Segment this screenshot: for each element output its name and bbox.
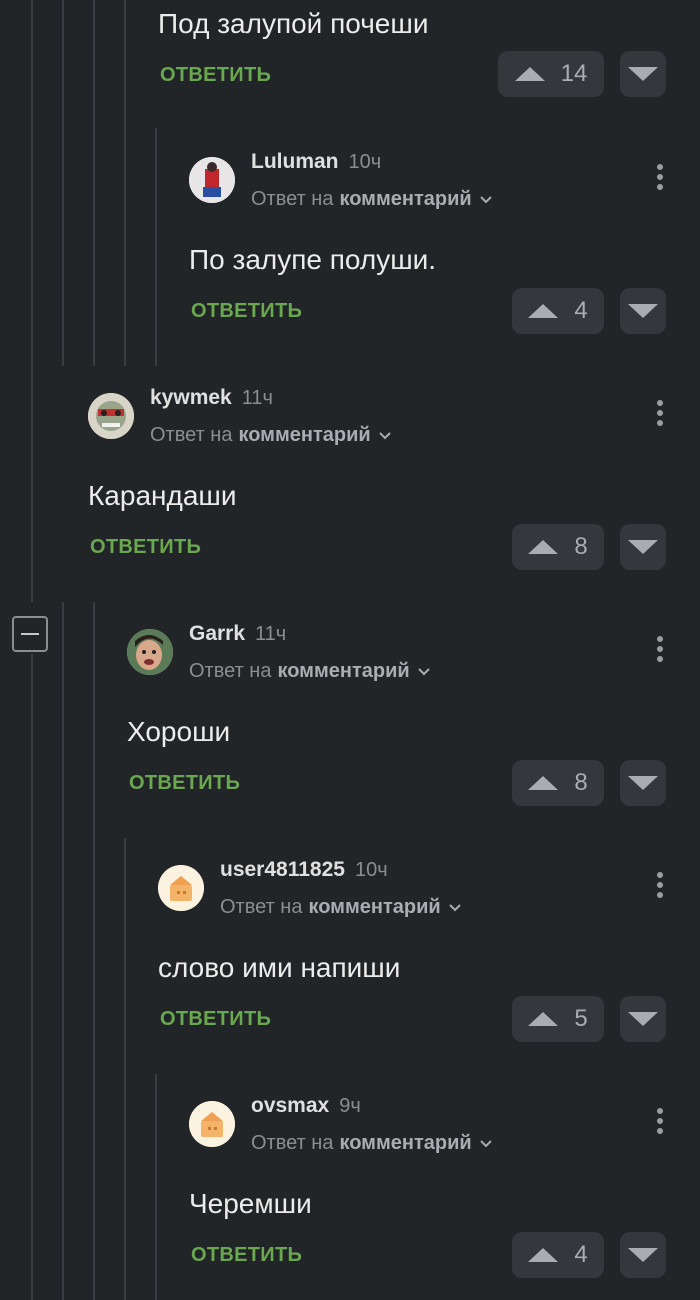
timestamp: 11ч [241,387,273,409]
comment-text: По залупе полуши. [189,244,437,275]
triangle-up-icon [528,1248,559,1262]
thread-line [155,128,157,366]
thread-line [62,0,64,366]
vote-count: 14 [560,60,588,87]
avatar[interactable] [158,865,204,911]
triangle-down-icon [628,304,658,318]
triangle-up-icon [528,1012,559,1026]
triangle-down-icon [628,776,658,790]
author-name[interactable]: ovsmax [251,1094,329,1118]
chevron-down-icon [417,667,430,675]
avatar[interactable] [127,629,173,675]
avatar[interactable] [189,157,235,203]
reply-context[interactable]: Ответ на комментарий [220,896,463,919]
vote-count: 4 [574,297,588,324]
triangle-down-icon [628,540,658,554]
comment-text: Черемши [189,1188,312,1219]
more-options-button[interactable] [648,632,672,668]
vote-count: 8 [574,533,588,560]
author-name[interactable]: Garrk [189,622,245,646]
minus-icon [21,633,39,635]
comment-text: Под залупой почеши [158,8,429,39]
downvote-button[interactable] [620,1232,666,1278]
reply-prefix: Ответ на [251,188,334,210]
thread-line [124,838,126,1300]
more-options-button[interactable] [648,1104,672,1140]
reply-button[interactable]: ОТВЕТИТЬ [160,64,271,87]
upvote-button[interactable]: 14 [498,51,604,97]
more-options-button[interactable] [648,160,672,196]
downvote-button[interactable] [620,524,666,570]
more-options-button[interactable] [648,396,672,432]
vote-count: 4 [574,1241,588,1268]
triangle-down-icon [628,67,658,81]
upvote-button[interactable]: 8 [512,760,604,806]
collapse-thread-button[interactable] [12,616,48,652]
reply-prefix: Ответ на [251,1132,334,1154]
reply-context[interactable]: Ответ на комментарий [251,188,494,211]
thread-line [31,0,33,602]
author-name[interactable]: kywmek [150,386,232,410]
triangle-down-icon [628,1012,658,1026]
reply-prefix: Ответ на [220,896,303,918]
triangle-up-icon [528,540,559,554]
reply-context[interactable]: Ответ на комментарий [150,424,393,447]
reply-button[interactable]: ОТВЕТИТЬ [191,300,302,323]
thread-line [155,1074,157,1300]
timestamp: 10ч [354,859,388,881]
reply-target: комментарий [339,1132,472,1154]
reply-target: комментарий [277,660,410,682]
thread-line [31,654,33,1300]
triangle-down-icon [628,1248,658,1262]
downvote-button[interactable] [620,288,666,334]
reply-target: комментарий [238,424,371,446]
triangle-up-icon [528,304,559,318]
reply-prefix: Ответ на [150,424,233,446]
chevron-down-icon [479,195,492,203]
downvote-button[interactable] [620,51,666,97]
downvote-button[interactable] [620,760,666,806]
triangle-up-icon [528,776,559,790]
triangle-up-icon [514,67,545,81]
reply-target: комментарий [308,896,441,918]
reply-context[interactable]: Ответ на комментарий [189,660,432,683]
thread-line [62,602,64,1300]
chevron-down-icon [448,903,461,911]
reply-button[interactable]: ОТВЕТИТЬ [129,772,240,795]
upvote-button[interactable]: 4 [512,1232,604,1278]
vote-count: 8 [574,769,588,796]
reply-target: комментарий [339,188,472,210]
downvote-button[interactable] [620,996,666,1042]
reply-button[interactable]: ОТВЕТИТЬ [160,1008,271,1031]
comment-text: Хороши [127,716,231,747]
thread-line [93,0,95,366]
timestamp: 9ч [339,1095,361,1117]
timestamp: 10ч [348,151,382,173]
comment-text: Карандаши [88,480,237,511]
author-name[interactable]: Luluman [251,150,339,174]
reply-prefix: Ответ на [189,660,272,682]
thread-line [124,0,126,366]
reply-button[interactable]: ОТВЕТИТЬ [191,1244,302,1267]
vote-count: 5 [574,1005,588,1032]
timestamp: 11ч [255,623,287,645]
avatar[interactable] [189,1101,235,1147]
more-options-button[interactable] [648,868,672,904]
comment-text: слово ими напиши [158,952,401,983]
avatar[interactable] [88,393,134,439]
upvote-button[interactable]: 8 [512,524,604,570]
chevron-down-icon [378,431,391,439]
author-name[interactable]: user4811825 [220,858,345,882]
upvote-button[interactable]: 5 [512,996,604,1042]
thread-line [93,602,95,1300]
upvote-button[interactable]: 4 [512,288,604,334]
chevron-down-icon [479,1139,492,1147]
reply-context[interactable]: Ответ на комментарий [251,1132,494,1155]
reply-button[interactable]: ОТВЕТИТЬ [90,536,201,559]
